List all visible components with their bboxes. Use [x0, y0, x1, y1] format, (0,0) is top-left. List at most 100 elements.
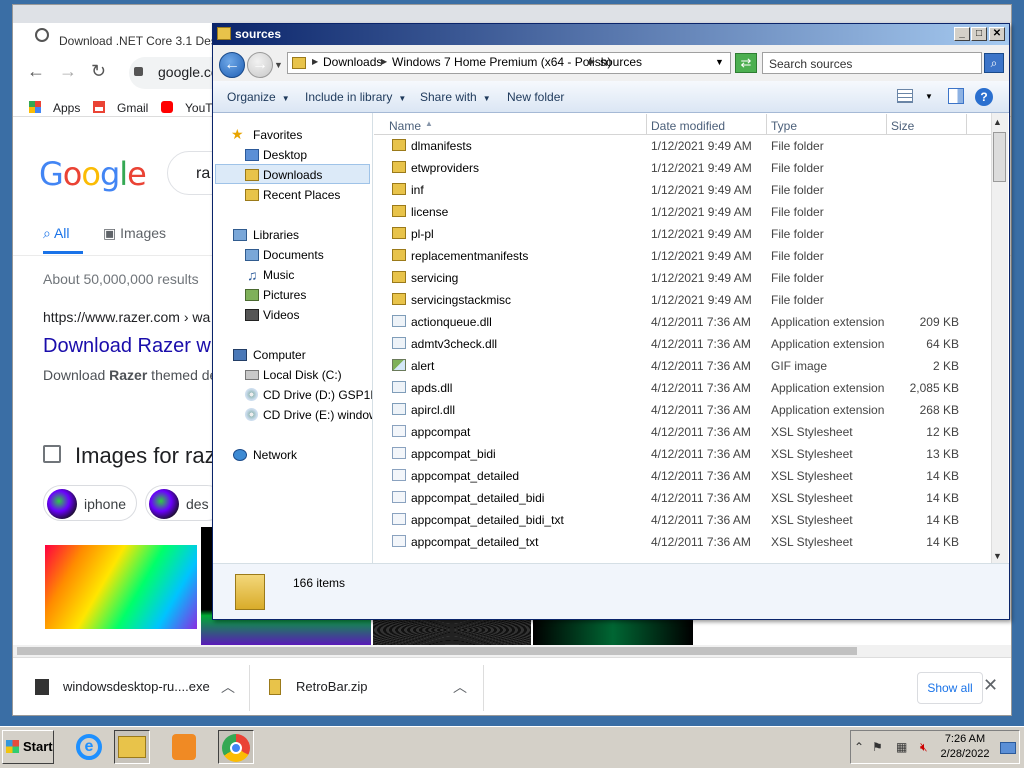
chrome-tab-title[interactable]: Download .NET Core 3.1 Deskto [59, 34, 233, 48]
nav-cd-drive-e[interactable]: CD Drive (E:) windows [263, 408, 372, 422]
search-icon[interactable]: ⌕ [984, 53, 1004, 73]
address-dropdown-icon[interactable]: ▼ [715, 57, 724, 67]
change-view-icon[interactable] [897, 89, 913, 103]
close-button[interactable]: ✕ [989, 27, 1005, 41]
help-icon[interactable]: ? [975, 88, 993, 106]
google-logo[interactable]: Google [39, 155, 147, 193]
images-heading[interactable]: Images for raz [75, 443, 216, 469]
start-label: Start [23, 739, 53, 754]
include-in-library-button[interactable]: Include in library ▼ [305, 90, 406, 104]
file-row[interactable]: alert 4/12/2011 7:36 AM GIF image 2 KB [374, 355, 991, 377]
omnibox-url[interactable]: google.co [158, 64, 219, 80]
column-divider[interactable] [766, 114, 767, 135]
breadcrumb-arrow-icon[interactable]: ▶ [381, 57, 387, 66]
show-desktop-icon[interactable] [1000, 742, 1016, 754]
chevron-up-icon[interactable]: ︿ [221, 677, 235, 697]
title-bar[interactable]: sources _ □ ✕ [213, 24, 1009, 45]
nav-pictures[interactable]: Pictures [263, 288, 306, 302]
file-row[interactable]: servicing 1/12/2021 9:49 AM File folder [374, 267, 991, 289]
scroll-down-arrow-icon[interactable]: ▼ [993, 551, 1002, 561]
nav-documents[interactable]: Documents [263, 248, 324, 262]
google-tab-images[interactable]: ▣ Images [103, 225, 166, 242]
back-button[interactable]: ← [219, 52, 245, 78]
file-type: File folder [771, 183, 824, 197]
file-row[interactable]: appcompat_detailed_bidi 4/12/2011 7:36 AM… [374, 487, 991, 509]
show-hidden-icons-icon[interactable]: ⌃ [854, 740, 864, 754]
nav-local-disk[interactable]: Local Disk (C:) [263, 368, 342, 382]
result-url[interactable]: https://www.razer.com › wa [43, 309, 210, 325]
file-row[interactable]: admtv3check.dll 4/12/2011 7:36 AM Applicat… [374, 333, 991, 355]
share-with-button[interactable]: Share with ▼ [420, 90, 491, 104]
back-arrow-icon[interactable]: ← [27, 61, 45, 82]
include-in-library-label: Include in library [305, 90, 393, 104]
scroll-up-arrow-icon[interactable]: ▲ [993, 117, 1002, 127]
breadcrumb-arrow-icon[interactable]: ▶ [589, 57, 595, 66]
file-row[interactable]: apircl.dll 4/12/2011 7:36 AM Application e… [374, 399, 991, 421]
breadcrumb-windows7[interactable]: Windows 7 Home Premium (x64 - Polish) [392, 55, 611, 69]
file-row[interactable]: actionqueue.dll 4/12/2011 7:36 AM Applicat… [374, 311, 991, 333]
nav-recent-places[interactable]: Recent Places [263, 188, 340, 202]
google-search-query[interactable]: ra [196, 165, 210, 183]
forward-button[interactable]: → [247, 52, 273, 78]
taskbar-clock[interactable]: 7:26 AM 2/28/2022 [940, 732, 990, 762]
file-row[interactable]: appcompat_bidi 4/12/2011 7:36 AM XSL Style… [374, 443, 991, 465]
file-row[interactable]: appcompat_detailed 4/12/2011 7:36 AM XSL S… [374, 465, 991, 487]
preview-pane-icon[interactable] [948, 88, 964, 104]
column-header-type[interactable]: Type [771, 119, 797, 133]
image-chip-iphone[interactable]: iphone [43, 485, 137, 521]
column-header-date[interactable]: Date modified [651, 119, 725, 133]
file-row[interactable]: appcompat_detailed_txt 4/12/2011 7:36 AM X… [374, 531, 991, 553]
breadcrumb-sources[interactable]: sources [600, 55, 642, 69]
refresh-icon[interactable]: ⇄ [735, 53, 757, 73]
file-row[interactable]: appcompat_detailed_bidi_txt 4/12/2011 7:3… [374, 509, 991, 531]
image-result-thumbnail[interactable] [45, 545, 197, 629]
nav-network[interactable]: Network [253, 448, 297, 462]
column-header-size[interactable]: Size [891, 119, 914, 133]
result-title-link[interactable]: Download Razer w [43, 335, 211, 358]
view-dropdown-icon[interactable]: ▼ [925, 92, 933, 101]
nav-favorites[interactable]: Favorites [253, 128, 302, 142]
horizontal-scrollbar-thumb[interactable] [17, 647, 857, 655]
new-folder-button[interactable]: New folder [507, 90, 564, 104]
file-row[interactable]: appcompat 4/12/2011 7:36 AM XSL Stylesheet… [374, 421, 991, 443]
file-row[interactable]: dlmanifests 1/12/2021 9:49 AM File folder [374, 135, 991, 157]
column-divider[interactable] [646, 114, 647, 135]
nav-cd-drive-d[interactable]: CD Drive (D:) GSP1RM [263, 388, 372, 402]
organize-button[interactable]: Organize ▼ [227, 90, 290, 104]
history-dropdown-icon[interactable]: ▼ [274, 60, 283, 70]
action-center-flag-icon[interactable]: ⚑ [872, 740, 883, 754]
network-tray-icon[interactable]: ▦ [896, 740, 907, 754]
show-all-button[interactable]: Show all [917, 672, 983, 704]
download-item-exe[interactable]: windowsdesktop-ru....exe [63, 679, 210, 709]
vertical-scrollbar-thumb[interactable] [993, 132, 1006, 182]
column-header-name[interactable]: Name [389, 119, 421, 133]
column-divider[interactable] [966, 114, 967, 135]
close-icon[interactable]: ✕ [983, 675, 998, 696]
forward-arrow-icon[interactable]: → [59, 61, 77, 82]
file-row[interactable]: servicingstackmisc 1/12/2021 9:49 AM File … [374, 289, 991, 311]
file-name: inf [411, 183, 424, 197]
bookmark-apps[interactable]: Apps [53, 101, 80, 115]
file-row[interactable]: license 1/12/2021 9:49 AM File folder [374, 201, 991, 223]
nav-music[interactable]: Music [263, 268, 294, 282]
nav-videos[interactable]: Videos [263, 308, 299, 322]
breadcrumb-arrow-icon[interactable]: ▶ [312, 57, 318, 66]
column-divider[interactable] [886, 114, 887, 135]
file-row[interactable]: etwproviders 1/12/2021 9:49 AM File folder [374, 157, 991, 179]
minimize-button[interactable]: _ [954, 27, 970, 41]
bookmark-gmail[interactable]: Gmail [117, 101, 148, 115]
file-row[interactable]: replacementmanifests 1/12/2021 9:49 AM Fil… [374, 245, 991, 267]
breadcrumb-downloads[interactable]: Downloads [323, 55, 382, 69]
file-row[interactable]: apds.dll 4/12/2011 7:36 AM Application ext… [374, 377, 991, 399]
volume-muted-icon[interactable]: 🔇︎ [920, 740, 928, 755]
google-tab-all[interactable]: ⌕ All [43, 225, 70, 242]
reload-icon[interactable]: ↻ [91, 61, 106, 82]
nav-libraries[interactable]: Libraries [253, 228, 299, 242]
file-row[interactable]: pl-pl 1/12/2021 9:49 AM File folder [374, 223, 991, 245]
nav-desktop[interactable]: Desktop [263, 148, 307, 162]
file-row[interactable]: inf 1/12/2021 9:49 AM File folder [374, 179, 991, 201]
nav-computer[interactable]: Computer [253, 348, 306, 362]
maximize-button[interactable]: □ [971, 27, 987, 41]
download-item-zip[interactable]: RetroBar.zip [296, 679, 368, 709]
chevron-up-icon[interactable]: ︿ [453, 677, 467, 697]
